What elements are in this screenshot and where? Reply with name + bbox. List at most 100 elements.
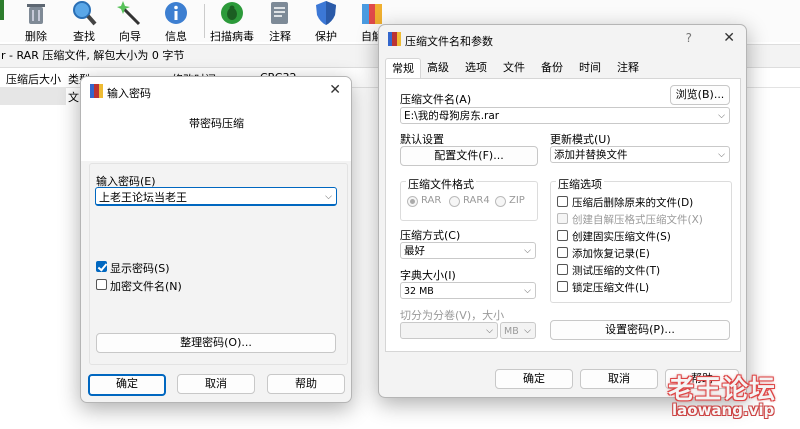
- protect-button[interactable]: 保护: [304, 0, 348, 43]
- archive-name-label: 压缩文件名(A): [400, 93, 472, 106]
- show-password-label[interactable]: 显示密码(S): [110, 260, 170, 276]
- solid-archive-checkbox[interactable]: [557, 230, 568, 241]
- close-icon[interactable]: ✕: [723, 30, 735, 46]
- sfx-icon: [359, 0, 385, 26]
- format-zip-label[interactable]: ZIP: [509, 195, 525, 206]
- browse-button[interactable]: 浏览(B)...: [670, 85, 730, 105]
- tab-advanced[interactable]: 高级: [421, 58, 455, 78]
- wizard-label: 向导: [119, 30, 141, 43]
- watermark-url: laowang.vip: [672, 401, 775, 419]
- test-files-label[interactable]: 测试压缩的文件(T): [572, 263, 660, 278]
- tab-general[interactable]: 常规: [385, 58, 421, 79]
- method-select[interactable]: 最好 ⌵: [400, 242, 536, 259]
- window-edge: [0, 0, 4, 20]
- password-dialog-subtitle: 带密码压缩: [189, 117, 244, 130]
- dictionary-label: 字典大小(I): [400, 269, 456, 282]
- recovery-record-checkbox[interactable]: [557, 247, 568, 258]
- format-rar4-radio[interactable]: [449, 196, 460, 207]
- profiles-button[interactable]: 配置文件(F)...: [400, 146, 538, 166]
- shield-icon: [313, 0, 339, 26]
- split-unit-value: MB: [504, 326, 519, 337]
- format-zip-radio[interactable]: [495, 196, 506, 207]
- virus-scan-button[interactable]: 扫描病毒: [208, 0, 256, 43]
- comment-button[interactable]: 注释: [258, 0, 302, 43]
- archive-name-input[interactable]: E:\我的母狗房东.rar ⌵: [400, 107, 730, 124]
- general-tab-panel: 压缩文件名(A) 浏览(B)... E:\我的母狗房东.rar ⌵ 默认设置 配…: [385, 78, 741, 352]
- find-label: 查找: [73, 30, 95, 43]
- delete-label: 删除: [25, 30, 47, 43]
- split-unit-select[interactable]: MB ⌵: [500, 322, 536, 339]
- password-input[interactable]: 上老王论坛当老王 ⌵: [95, 187, 337, 206]
- cancel-button[interactable]: 取消: [177, 374, 255, 394]
- show-password-checkbox[interactable]: [96, 261, 107, 272]
- archive-dialog-titlebar: 压缩文件名和参数 ? ✕: [379, 25, 746, 55]
- info-label: 信息: [165, 30, 187, 43]
- organize-passwords-button[interactable]: 整理密码(O)...: [96, 333, 336, 353]
- tab-options[interactable]: 选项: [459, 58, 493, 78]
- chevron-down-icon[interactable]: ⌵: [524, 283, 531, 300]
- lock-archive-label[interactable]: 锁定压缩文件(L): [572, 280, 649, 295]
- test-files-checkbox[interactable]: [557, 264, 568, 275]
- set-password-button[interactable]: 设置密码(P)...: [550, 320, 730, 340]
- help-button[interactable]: 帮助: [267, 374, 345, 394]
- row-type: 文: [68, 91, 79, 104]
- format-rar4-label[interactable]: RAR4: [463, 195, 490, 206]
- delete-after-checkbox[interactable]: [557, 196, 568, 207]
- split-volumes-label: 切分为分卷(V)，大小: [400, 309, 505, 322]
- update-mode-select[interactable]: 添加并替换文件 ⌵: [550, 146, 730, 163]
- archive-name-value: E:\我的母狗房东.rar: [404, 110, 500, 122]
- solid-archive-label[interactable]: 创建固实压缩文件(S): [572, 229, 671, 244]
- protect-label: 保护: [315, 30, 337, 43]
- create-sfx-checkbox[interactable]: [557, 213, 568, 224]
- tab-files[interactable]: 文件: [497, 58, 531, 78]
- find-button[interactable]: 查找: [62, 0, 106, 43]
- winrar-app-icon: [90, 84, 103, 101]
- chevron-down-icon[interactable]: ⌵: [524, 323, 531, 340]
- options-group-label: 压缩选项: [556, 176, 604, 192]
- toolbar-separator: [204, 4, 205, 38]
- archive-dialog-title: 压缩文件名和参数: [405, 35, 493, 48]
- chevron-down-icon[interactable]: ⌵: [486, 323, 493, 340]
- tab-time[interactable]: 时间: [573, 58, 607, 78]
- virus-scan-icon: [219, 0, 245, 26]
- create-sfx-label[interactable]: 创建自解压格式压缩文件(X): [572, 212, 703, 227]
- encrypt-filenames-checkbox[interactable]: [96, 279, 107, 290]
- info-icon: [163, 0, 189, 26]
- password-dialog-titlebar: 输入密码 ✕: [81, 77, 351, 107]
- tab-backup[interactable]: 备份: [535, 58, 569, 78]
- chevron-down-icon[interactable]: ⌵: [718, 147, 725, 164]
- info-button[interactable]: 信息: [154, 0, 198, 43]
- archive-params-dialog: 压缩文件名和参数 ? ✕ 常规 高级 选项 文件 备份 时间 注释 压缩文件名(…: [378, 24, 747, 398]
- recovery-record-label[interactable]: 添加恢复记录(E): [572, 246, 650, 261]
- format-rar-label[interactable]: RAR: [421, 195, 441, 206]
- dictionary-select[interactable]: 32 MB ⌵: [400, 282, 536, 299]
- method-label: 压缩方式(C): [400, 229, 461, 242]
- tab-comment[interactable]: 注释: [611, 58, 645, 78]
- update-mode-value: 添加并替换文件: [554, 149, 628, 161]
- ok-button[interactable]: 确定: [88, 374, 166, 396]
- cancel-button[interactable]: 取消: [580, 369, 658, 389]
- dictionary-value: 32 MB: [404, 286, 434, 297]
- wizard-button[interactable]: 向导: [108, 0, 152, 43]
- column-packed-size[interactable]: 压缩后大小: [6, 71, 61, 87]
- ok-button[interactable]: 确定: [495, 369, 573, 389]
- format-rar-radio[interactable]: [407, 196, 418, 207]
- default-settings-label: 默认设置: [400, 133, 444, 146]
- format-group-label: 压缩文件格式: [406, 176, 476, 192]
- chevron-down-icon[interactable]: ⌵: [718, 108, 725, 125]
- split-size-input[interactable]: ⌵: [400, 322, 498, 339]
- trash-icon: [23, 0, 49, 26]
- help-icon[interactable]: ?: [686, 31, 692, 45]
- comment-icon: [267, 0, 293, 26]
- lock-archive-checkbox[interactable]: [557, 281, 568, 292]
- encrypt-filenames-label[interactable]: 加密文件名(N): [110, 278, 182, 294]
- chevron-down-icon[interactable]: ⌵: [524, 243, 531, 260]
- delete-button[interactable]: 删除: [14, 0, 58, 43]
- delete-after-label[interactable]: 压缩后删除原来的文件(D): [572, 195, 693, 210]
- winrar-app-icon: [388, 32, 401, 49]
- close-icon[interactable]: ✕: [329, 82, 341, 98]
- password-dialog-title: 输入密码: [107, 87, 151, 100]
- virus-scan-label: 扫描病毒: [210, 30, 254, 43]
- password-value: 上老王论坛当老王: [99, 191, 187, 204]
- chevron-down-icon[interactable]: ⌵: [325, 188, 332, 207]
